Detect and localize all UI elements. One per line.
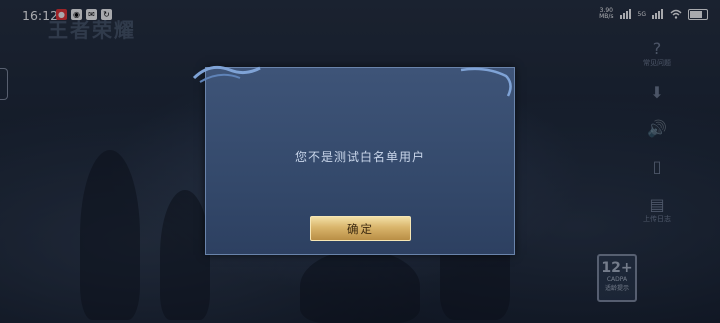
- ornament-swirl: [460, 67, 512, 97]
- alert-dialog: 您不是测试白名单用户 确定: [192, 65, 515, 255]
- dialog-message: 您不是测试白名单用户: [294, 150, 425, 164]
- ornament-swirl: [192, 65, 261, 83]
- confirm-button[interactable]: 确定: [310, 216, 411, 241]
